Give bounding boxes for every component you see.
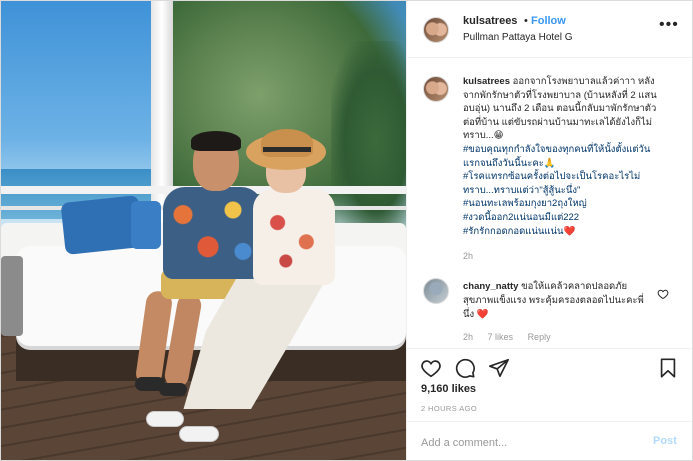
likes-count[interactable]: 9,160 likes bbox=[421, 383, 476, 395]
add-comment-bar: Post bbox=[407, 421, 692, 460]
man-sandal-right bbox=[159, 383, 187, 396]
add-comment-input[interactable] bbox=[421, 434, 631, 452]
hashtag[interactable]: #ขอบคุณทุกกำลังใจของทุกคนที่ให้นั้งตั้งแ… bbox=[463, 143, 663, 170]
woman-shoe-left bbox=[146, 411, 184, 427]
hat-band bbox=[263, 147, 311, 152]
comment-timestamp[interactable]: 2h bbox=[463, 332, 473, 342]
comments-list[interactable]: kulsatrees ออกจากโรงพยาบาลแล้วค่าาา หลัง… bbox=[407, 58, 692, 348]
save-bookmark-icon[interactable] bbox=[657, 357, 679, 379]
header-username[interactable]: kulsatrees bbox=[463, 15, 517, 27]
caption: kulsatrees ออกจากโรงพยาบาลแล้วค่าาา หลัง… bbox=[463, 75, 663, 238]
instagram-post: kulsatrees • Follow Pullman Pattaya Hote… bbox=[0, 0, 693, 461]
share-paper-plane-icon[interactable] bbox=[488, 357, 510, 379]
comment-meta: 2h 7 likes Reply bbox=[463, 332, 563, 342]
post-side-panel: kulsatrees • Follow Pullman Pattaya Hote… bbox=[406, 1, 692, 460]
man-hair bbox=[191, 131, 241, 151]
trees-background-right bbox=[331, 41, 406, 241]
hashtag[interactable]: #นอนทะเลพร้อมกุงยา2ถุงใหญ่ bbox=[463, 197, 663, 211]
posted-time[interactable]: 2 HOURS AGO bbox=[421, 404, 477, 413]
hashtag[interactable]: #งวดนี้ออก2แน่นอนมีแต่222 bbox=[463, 211, 663, 225]
avatar[interactable] bbox=[423, 17, 449, 43]
post-header: kulsatrees • Follow Pullman Pattaya Hote… bbox=[407, 1, 692, 58]
comment-bubble-icon[interactable] bbox=[454, 357, 476, 379]
comment-username[interactable]: chany_natty bbox=[463, 281, 518, 292]
blue-pillow-small bbox=[131, 201, 161, 249]
comment: chany_natty ขอให้แคล้วคลาดปลอดภัย สุขภาพ… bbox=[463, 280, 653, 322]
post-comment-button[interactable]: Post bbox=[653, 435, 677, 447]
caption-avatar[interactable] bbox=[423, 76, 449, 102]
woman-shoe-right bbox=[179, 426, 219, 442]
commenter-avatar[interactable] bbox=[423, 278, 449, 304]
woman-floral-top bbox=[253, 189, 335, 285]
comment-likes[interactable]: 7 likes bbox=[488, 332, 514, 342]
post-actions: 9,160 likes 2 HOURS AGO Post bbox=[407, 348, 692, 460]
separator-dot: • bbox=[524, 15, 528, 27]
caption-timestamp[interactable]: 2h bbox=[463, 251, 473, 261]
more-options-icon[interactable]: ••• bbox=[659, 17, 679, 33]
caption-username[interactable]: kulsatrees bbox=[463, 76, 510, 87]
post-photo[interactable] bbox=[1, 1, 406, 460]
reply-button[interactable]: Reply bbox=[528, 332, 551, 342]
man-floral-shirt bbox=[163, 187, 263, 279]
like-heart-icon[interactable] bbox=[420, 357, 442, 379]
hashtag[interactable]: #โรคแทรกซ้อนครั้งต่อไปจะเป็นโรคอะไรไม่ทร… bbox=[463, 170, 663, 197]
hashtag[interactable]: #รักรักกอดกอดแน่นแน่น❤️ bbox=[463, 225, 663, 239]
comment-like-heart-icon[interactable] bbox=[657, 288, 669, 300]
follow-button[interactable]: Follow bbox=[531, 15, 566, 27]
side-stool bbox=[1, 256, 23, 336]
location-link[interactable]: Pullman Pattaya Hotel G bbox=[463, 32, 573, 43]
straw-hat-crown bbox=[261, 129, 313, 157]
